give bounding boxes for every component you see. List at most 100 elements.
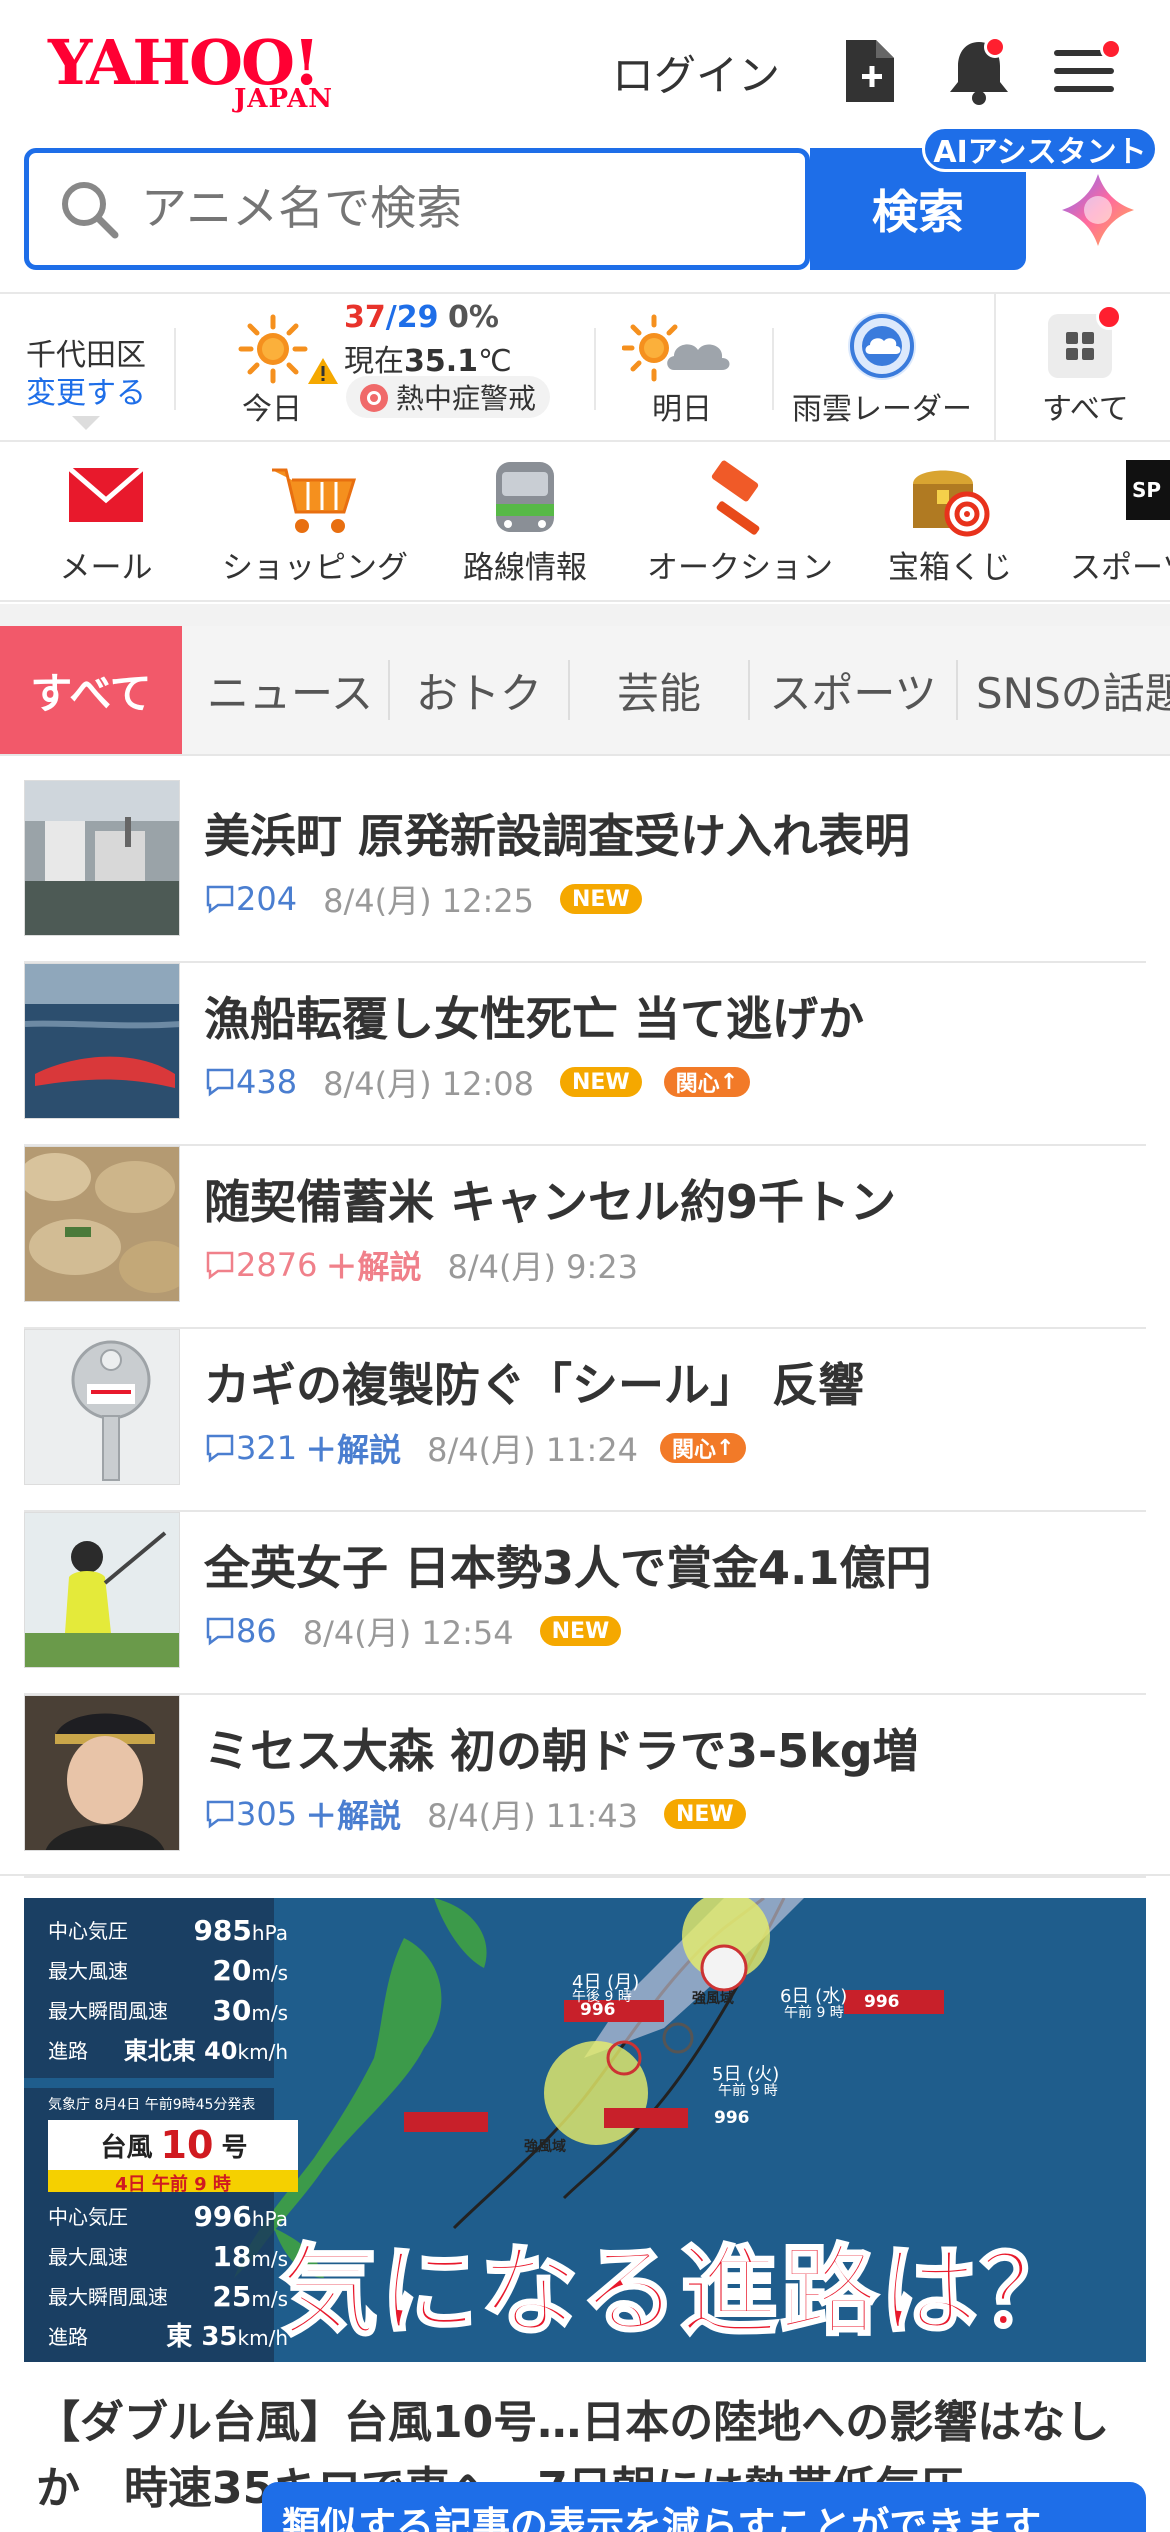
tab-sns[interactable]: SNSの話題 bbox=[958, 626, 1170, 754]
comment-count: 305 bbox=[204, 1795, 297, 1833]
comment-count: 204 bbox=[204, 880, 297, 918]
heatstroke-alert-badge[interactable]: 熱中症警戒 bbox=[346, 376, 551, 418]
search-input[interactable] bbox=[141, 181, 701, 235]
service-sports[interactable]: SP スポーツ bbox=[1060, 442, 1170, 602]
ai-assistant-badge[interactable]: AIアシスタント bbox=[922, 126, 1158, 172]
news-thumbnail bbox=[24, 963, 180, 1119]
rain-radar-button[interactable]: 雨雲レーダー bbox=[774, 294, 992, 444]
comment-count: 2876 bbox=[204, 1246, 317, 1284]
comment-icon bbox=[206, 885, 234, 914]
service-auction[interactable]: オークション bbox=[640, 442, 840, 602]
news-item[interactable]: 全英女子 日本勢3人で賞金4.1億円 86 8/4(月) 12:54 NEW bbox=[24, 1512, 1146, 1695]
section-gap bbox=[0, 604, 1170, 626]
search-icon bbox=[62, 182, 119, 239]
tab-all[interactable]: すべて bbox=[0, 626, 182, 754]
divider bbox=[0, 1874, 1170, 1876]
current-temp: 現在35.1℃ bbox=[344, 344, 512, 379]
notification-bell-icon[interactable] bbox=[944, 36, 1014, 106]
change-location-link[interactable]: 変更する bbox=[26, 368, 146, 412]
sports-icon: SP bbox=[1126, 460, 1170, 520]
news-thumbnail bbox=[24, 1695, 180, 1851]
news-meta: 321 ＋解説 8/4(月) 11:24 関心 ↑ bbox=[204, 1425, 747, 1471]
comment-icon bbox=[206, 1617, 234, 1646]
new-badge: NEW bbox=[559, 884, 642, 914]
rain-radar-label: 雨雲レーダー bbox=[792, 392, 972, 427]
heatstroke-icon bbox=[360, 384, 388, 412]
news-thumbnail bbox=[24, 1146, 180, 1302]
news-meta: 86 8/4(月) 12:54 NEW bbox=[204, 1608, 622, 1654]
all-services-button[interactable]: すべて bbox=[996, 294, 1170, 444]
service-treasure-lottery[interactable]: 宝箱くじ bbox=[870, 442, 1030, 602]
map-label: 強風域 bbox=[692, 1991, 734, 2007]
service-mail[interactable]: メール bbox=[26, 442, 186, 602]
tab-deals[interactable]: おトク bbox=[390, 626, 568, 754]
service-train-info[interactable]: 路線情報 bbox=[440, 442, 610, 602]
news-item[interactable]: ミセス大森 初の朝ドラで3-5kg増 305 ＋解説 8/4(月) 11:43 … bbox=[24, 1695, 1146, 1878]
map-label: 午前 9 時 bbox=[718, 2083, 778, 2099]
typhoon-announcement: 気象庁 8月4日 午前9時45分発表 bbox=[48, 2097, 256, 2113]
tab-news[interactable]: ニュース bbox=[190, 626, 390, 754]
weather-bar: 千代田区 変更する 今日 37/29 0% 現在35.1℃ 熱中症警戒 明日 雨… bbox=[0, 292, 1170, 442]
commentary-label: ＋解説 bbox=[305, 1431, 402, 1469]
map-label: 996 bbox=[580, 2000, 616, 2020]
search-box[interactable] bbox=[24, 148, 810, 270]
typhoon-name: 台風 10 号 bbox=[100, 2123, 248, 2167]
news-thumbnail bbox=[24, 1512, 180, 1668]
typhoon-lower-info: 中心気圧 996hPa 最大風速 18m/s 最大瞬間風速 25m/s 進路東 35k… bbox=[48, 2200, 288, 2352]
news-thumbnail bbox=[24, 780, 180, 936]
today-label: 今日 bbox=[242, 392, 302, 427]
news-item[interactable]: カギの複製防ぐ「シール」 反響 321 ＋解説 8/4(月) 11:24 関心 ↑ bbox=[24, 1329, 1146, 1512]
typhoon-date: 4日 午前 9 時 bbox=[115, 2174, 231, 2195]
comment-count: 438 bbox=[204, 1063, 297, 1101]
similar-articles-toast[interactable]: 類似する記事の表示を減らすことができます bbox=[262, 2482, 1146, 2532]
comment-count: 321 bbox=[204, 1429, 297, 1467]
today-weather[interactable]: 今日 37/29 0% 現在35.1℃ bbox=[176, 294, 594, 444]
auction-hammer-icon bbox=[711, 460, 760, 535]
news-meta: 2876 ＋解説 8/4(月) 9:23 bbox=[204, 1242, 638, 1288]
train-icon bbox=[496, 462, 554, 532]
notification-dot bbox=[1100, 38, 1122, 60]
comment-icon bbox=[206, 1800, 234, 1829]
treasure-box-icon bbox=[913, 470, 990, 537]
sun-icon bbox=[238, 314, 308, 384]
comment-count: 86 bbox=[204, 1612, 277, 1650]
add-document-icon[interactable] bbox=[836, 36, 906, 106]
feature-image[interactable]: 中心気圧 985hPa 最大風速 20m/s 最大瞬間風速 30m/s 進路 東北東 4… bbox=[24, 1898, 1146, 2362]
map-label: 996 bbox=[864, 1992, 900, 2012]
new-badge: NEW bbox=[559, 1067, 642, 1097]
commentary-label: ＋解説 bbox=[325, 1248, 422, 1286]
service-shopping[interactable]: ショッピング bbox=[220, 442, 410, 602]
new-badge: NEW bbox=[663, 1799, 746, 1829]
tomorrow-weather[interactable]: 明日 bbox=[596, 294, 772, 444]
map-label: 強風域 bbox=[524, 2139, 566, 2155]
news-meta: 204 8/4(月) 12:25 NEW bbox=[204, 876, 642, 922]
login-link[interactable]: ログイン bbox=[612, 42, 780, 103]
menu-icon[interactable] bbox=[1050, 36, 1122, 106]
news-thumbnail bbox=[24, 1329, 180, 1485]
news-item[interactable]: 美浜町 原発新設調査受け入れ表明 204 8/4(月) 12:25 NEW bbox=[24, 780, 1146, 963]
news-item[interactable]: 随契備蓄米 キャンセル約9千トン 2876 ＋解説 8/4(月) 9:23 bbox=[24, 1146, 1146, 1329]
news-item[interactable]: 漁船転覆し女性死亡 当て逃げか 438 8/4(月) 12:08 NEW 関心 ↑ bbox=[24, 963, 1146, 1146]
comment-icon bbox=[206, 1068, 234, 1097]
tomorrow-label: 明日 bbox=[652, 392, 712, 427]
commentary-label: ＋解説 bbox=[305, 1797, 402, 1835]
category-tabs: すべて ニュース おトク 芸能 スポーツ SNSの話題 bbox=[0, 626, 1170, 756]
radar-icon bbox=[848, 312, 916, 380]
dropdown-pointer bbox=[72, 416, 100, 430]
ai-assistant-icon[interactable] bbox=[1060, 172, 1136, 248]
sun-cloud-icon bbox=[622, 314, 730, 382]
typhoon-upper-info: 中心気圧 985hPa 最大風速 20m/s 最大瞬間風速 30m/s 進路 東北東 4… bbox=[48, 1914, 288, 2065]
tab-sports[interactable]: スポーツ bbox=[750, 626, 956, 754]
map-label: 996 bbox=[714, 2108, 750, 2128]
comment-icon bbox=[206, 1434, 234, 1463]
news-meta: 438 8/4(月) 12:08 NEW 関心 ↑ bbox=[204, 1059, 751, 1105]
notification-dot bbox=[1096, 304, 1122, 330]
all-label: すべて bbox=[1042, 392, 1129, 427]
yahoo-japan-logo[interactable]: YAHOO! JAPAN bbox=[48, 26, 364, 118]
today-temps: 37/29 0% bbox=[344, 300, 499, 335]
notification-dot bbox=[984, 36, 1006, 58]
new-badge: NEW bbox=[539, 1616, 622, 1646]
tab-entertainment[interactable]: 芸能 bbox=[570, 626, 748, 754]
feature-overlay-text: 気になる進路は？ bbox=[278, 2234, 1081, 2351]
warning-icon bbox=[308, 358, 338, 384]
